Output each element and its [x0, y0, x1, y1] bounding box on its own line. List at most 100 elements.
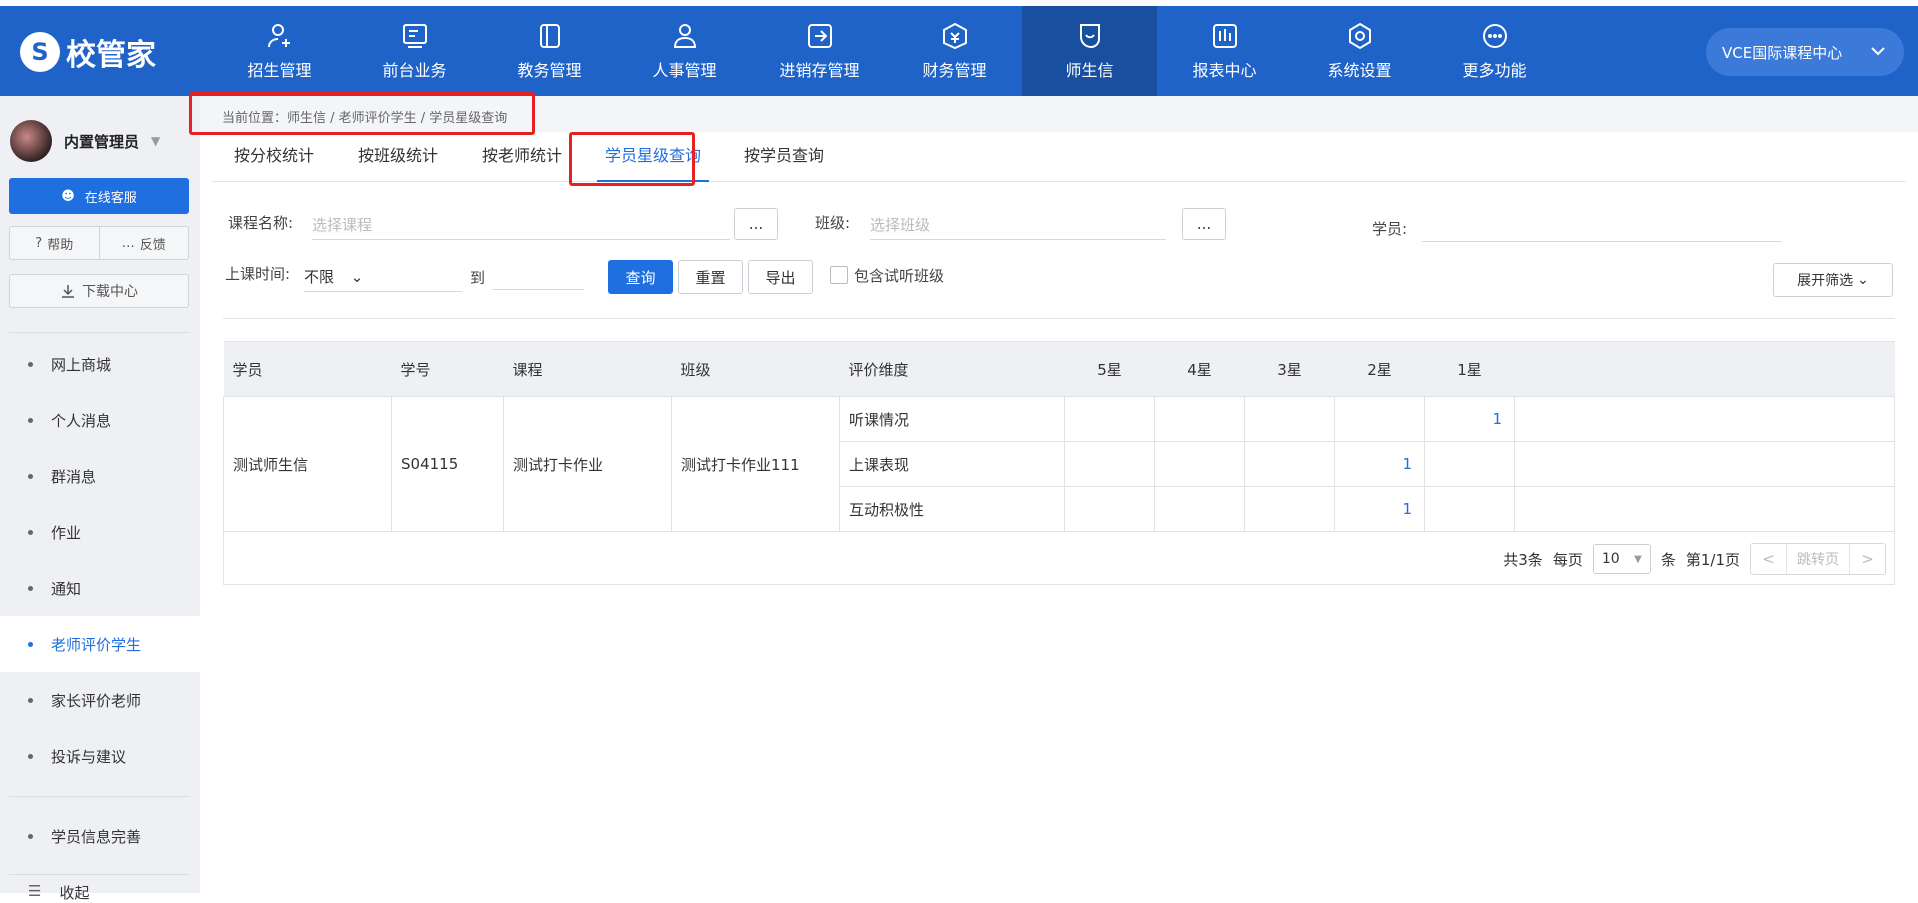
bullet-icon: [28, 529, 33, 535]
nav-item-inventory[interactable]: 进销存管理: [752, 6, 887, 96]
nav-item-settings[interactable]: 系统设置: [1292, 6, 1427, 96]
class-label: 班级:: [815, 214, 851, 232]
sidebar-item-notice[interactable]: 通知: [0, 560, 200, 616]
app-logo[interactable]: S 校管家: [20, 30, 156, 74]
cell-dimension: 互动积极性: [839, 486, 1065, 532]
bullet-icon: [28, 753, 33, 759]
campus-selector[interactable]: VCE国际课程中心: [1706, 28, 1904, 76]
person-icon: [673, 24, 696, 48]
class-picker-button[interactable]: ...: [1182, 208, 1226, 240]
nav-item-more[interactable]: 更多功能: [1427, 6, 1562, 96]
col-class: 班级: [671, 341, 840, 397]
download-center-button[interactable]: 下载中心: [9, 274, 189, 308]
col-course: 课程: [503, 341, 672, 397]
sidebar: 内置管理员 ▼ ☻ 在线客服 ? 帮助 … 反馈 下载中心 网上商城 个人消息 群消…: [0, 96, 200, 902]
cell-2-star[interactable]: 1: [1334, 486, 1425, 532]
sidebar-item-homework[interactable]: 作业: [0, 504, 200, 560]
student-input[interactable]: [1422, 236, 1782, 242]
book-icon: [539, 24, 560, 48]
nav-item-finance[interactable]: 财务管理: [887, 6, 1022, 96]
bullet-icon: [28, 585, 33, 591]
cell-filler: [1514, 441, 1895, 487]
highlight-box-tab: [569, 132, 695, 186]
search-button[interactable]: 查询: [608, 260, 673, 294]
sidebar-item-complaints[interactable]: 投诉与建议: [0, 728, 200, 784]
sidebar-item-parent-rate-teacher[interactable]: 家长评价老师: [0, 672, 200, 728]
nav-item-reports[interactable]: 报表中心: [1157, 6, 1292, 96]
nav-label: 更多功能: [1462, 61, 1527, 80]
class-time-value: 不限: [304, 268, 335, 286]
caret-down-icon: ▼: [151, 134, 161, 148]
nav-item-frontdesk[interactable]: 前台业务: [347, 6, 482, 96]
course-picker-button[interactable]: ...: [734, 208, 778, 240]
cell-4-star: [1154, 396, 1245, 442]
col-1-star: 1星: [1424, 341, 1515, 397]
online-service-button[interactable]: ☻ 在线客服: [9, 178, 189, 214]
class-input[interactable]: 选择班级: [870, 214, 1166, 240]
col-2-star: 2星: [1334, 341, 1425, 397]
include-trial-checkbox[interactable]: [830, 266, 848, 284]
chat-icon: [1079, 24, 1100, 49]
nav-item-academic[interactable]: 教务管理: [482, 6, 617, 96]
more-icon: [1482, 24, 1507, 48]
tab-by-class[interactable]: 按班级统计: [350, 132, 446, 182]
help-button[interactable]: ? 帮助: [10, 227, 100, 259]
cell-5-star: [1064, 441, 1155, 487]
cell-course: 测试打卡作业: [503, 396, 672, 532]
tab-by-teacher[interactable]: 按老师统计: [474, 132, 570, 182]
chevron-down-icon: ⌄: [1857, 272, 1869, 288]
col-3-star: 3星: [1244, 341, 1335, 397]
sidebar-item-student-info[interactable]: 学员信息完善: [0, 808, 200, 864]
next-page-icon[interactable]: >: [1849, 544, 1885, 574]
tab-by-student[interactable]: 按学员查询: [736, 132, 832, 182]
nav-item-hr[interactable]: 人事管理: [617, 6, 752, 96]
divider: [9, 796, 189, 797]
sidebar-collapse[interactable]: ☰ 收起: [0, 876, 200, 902]
sidebar-item-label: 家长评价老师: [51, 691, 142, 710]
nav-label: 系统设置: [1327, 61, 1392, 80]
sidebar-item-shop[interactable]: 网上商城: [0, 336, 200, 392]
nav-label: 人事管理: [652, 61, 717, 80]
sidebar-item-teacher-rate-student[interactable]: 老师评价学生: [0, 616, 200, 672]
star-table: 学员 学号 课程 班级 评价维度 5星 4星 3星 2星 1星 测试师生信 S0…: [223, 341, 1895, 532]
col-student: 学员: [223, 341, 392, 397]
page-nav: < 跳转页 >: [1750, 543, 1886, 575]
cell-3-star: [1244, 396, 1335, 442]
col-5-star: 5星: [1064, 341, 1155, 397]
reset-button[interactable]: 重置: [678, 260, 743, 294]
inventory-icon: [807, 24, 832, 48]
page-size-select[interactable]: 10 ▼: [1592, 544, 1651, 574]
student-label: 学员:: [1372, 220, 1408, 238]
class-time-end-input[interactable]: [492, 266, 584, 290]
col-4-star: 4星: [1154, 341, 1245, 397]
expand-filter-button[interactable]: 展开筛选 ⌄: [1773, 263, 1893, 297]
jump-page-input[interactable]: 跳转页: [1787, 544, 1849, 574]
cell-filler: [1514, 396, 1895, 442]
page-info: 第1/1页: [1685, 550, 1740, 569]
sidebar-item-messages[interactable]: 个人消息: [0, 392, 200, 448]
export-button[interactable]: 导出: [748, 260, 813, 294]
nav-label: 财务管理: [922, 61, 987, 80]
nav-item-enrollment[interactable]: 招生管理: [212, 6, 347, 96]
nav-item-teacher-student[interactable]: 师生信: [1022, 6, 1157, 96]
class-time-select[interactable]: 不限 ⌄: [304, 266, 462, 292]
course-input[interactable]: 选择课程: [312, 214, 730, 240]
feedback-label: 反馈: [139, 237, 166, 253]
cell-1-star[interactable]: 1: [1424, 396, 1515, 442]
to-label: 到: [470, 269, 486, 287]
prev-page-icon[interactable]: <: [1751, 544, 1787, 574]
logo-mark-icon: S: [20, 32, 60, 72]
tab-by-campus[interactable]: 按分校统计: [226, 132, 322, 182]
table-footer: 共3条 每页 10 ▼ 条 第1/1页 < 跳转页 >: [223, 531, 1895, 585]
help-label: 帮助: [47, 237, 74, 253]
nav-label: 进销存管理: [779, 61, 860, 80]
user-menu[interactable]: 内置管理员 ▼: [10, 120, 160, 162]
per-page-label: 每页: [1552, 550, 1583, 569]
feedback-button[interactable]: … 反馈: [100, 227, 189, 259]
tab-bar: 按分校统计 按班级统计 按老师统计 学员星级查询 按学员查询: [212, 132, 1906, 182]
sidebar-item-group-messages[interactable]: 群消息: [0, 448, 200, 504]
cell-1-star: [1424, 486, 1515, 532]
cell-filler: [1514, 486, 1895, 532]
sidebar-item-label: 作业: [51, 523, 82, 542]
cell-2-star[interactable]: 1: [1334, 441, 1425, 487]
